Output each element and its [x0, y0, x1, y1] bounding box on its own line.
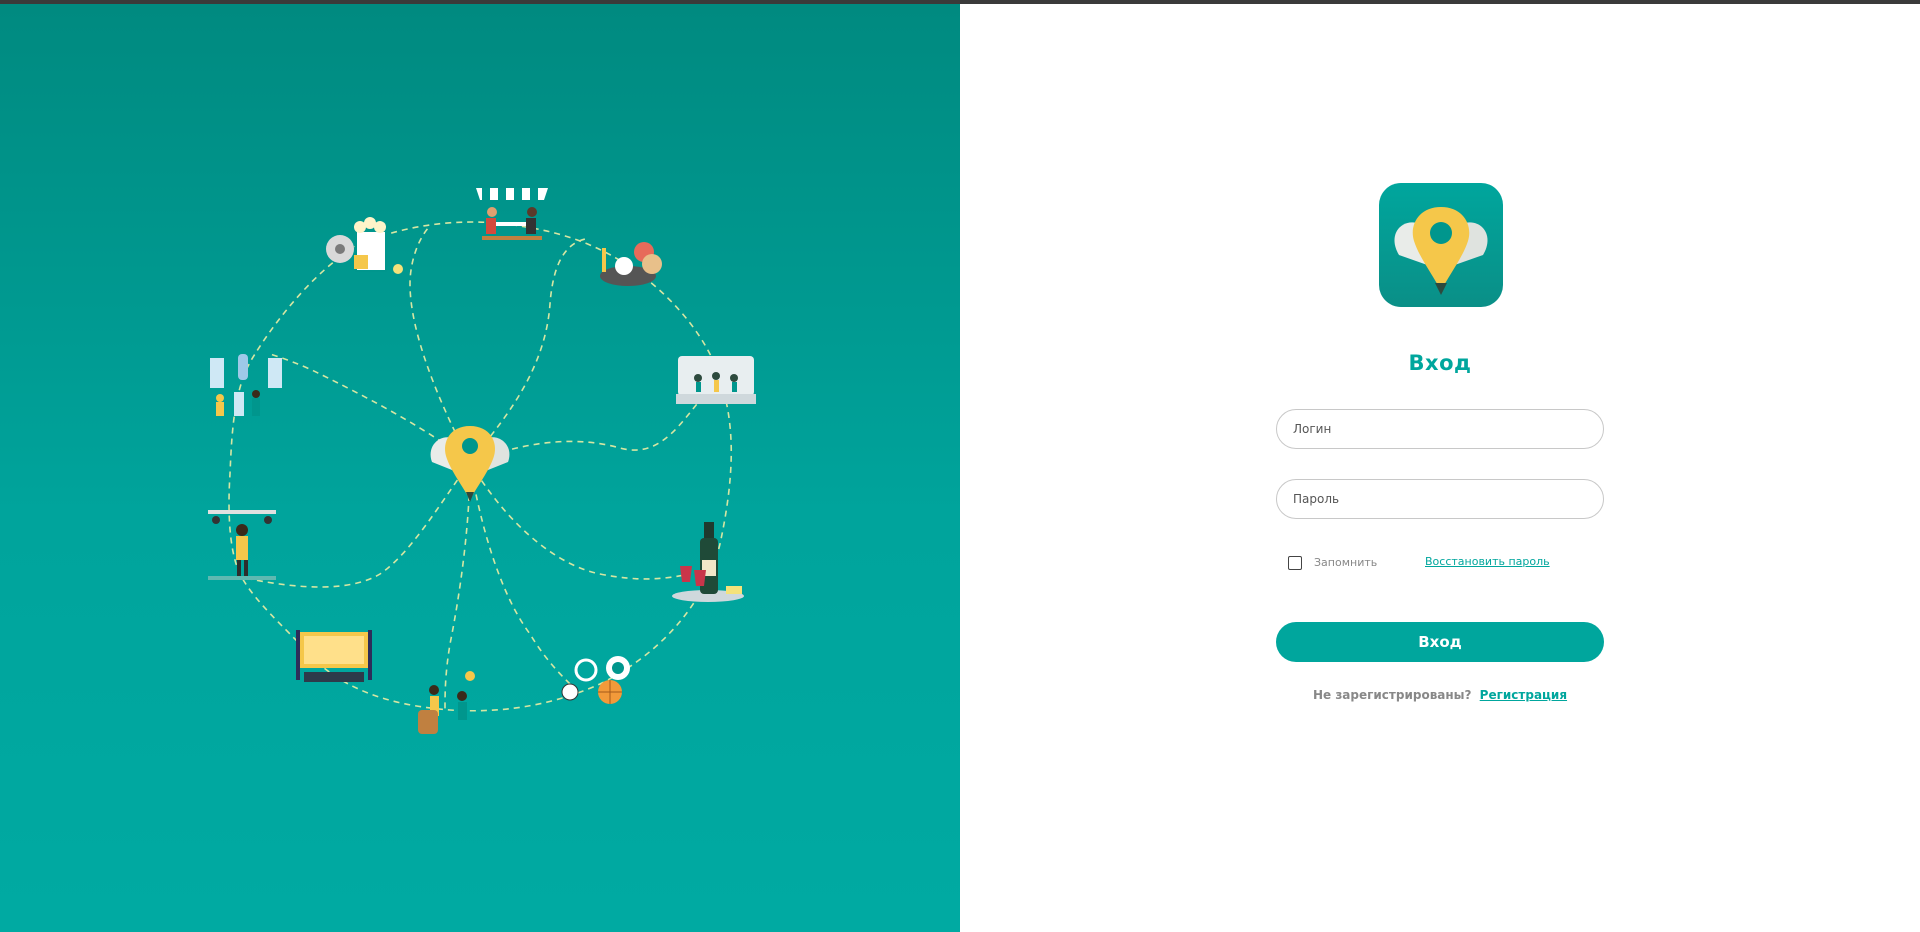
wine-bottle-icon: [672, 522, 744, 602]
street-performers-icon: [418, 671, 475, 734]
open-air-cinema-icon: [296, 630, 372, 682]
illustration-panel: [0, 4, 960, 932]
cafe-table-icon: [476, 188, 548, 240]
register-link[interactable]: Регистрация: [1480, 688, 1567, 702]
museum-exhibition-icon: [210, 354, 282, 416]
register-prompt: Не зарегистрированы? Регистрация: [960, 688, 1920, 702]
login-title: Вход: [1408, 351, 1472, 375]
popcorn-cinema-icon: [326, 217, 403, 274]
concert-stage-icon: [676, 356, 756, 404]
login-input[interactable]: [1276, 409, 1604, 449]
remember-checkbox[interactable]: [1288, 555, 1302, 570]
sports-balls-icon: [561, 656, 630, 704]
bakery-icon: [600, 242, 662, 286]
password-input[interactable]: [1276, 479, 1604, 519]
register-question: Не зарегистрированы?: [1312, 688, 1472, 702]
login-submit-button[interactable]: Вход: [1276, 622, 1604, 662]
leisure-map-illustration: [208, 188, 756, 734]
map-pin-icon: [430, 426, 510, 502]
singer-stage-icon: [208, 510, 276, 580]
remember-label: Запомнить: [1314, 556, 1378, 569]
remember-me-row[interactable]: Запомнить: [1288, 554, 1377, 571]
app-logo: [1379, 183, 1503, 307]
restore-password-link[interactable]: Восстановить пароль: [1425, 555, 1550, 568]
login-panel: Вход Запомнить Восстановить пароль Вход …: [960, 4, 1920, 932]
map-pin-logo-icon: [1394, 207, 1488, 295]
